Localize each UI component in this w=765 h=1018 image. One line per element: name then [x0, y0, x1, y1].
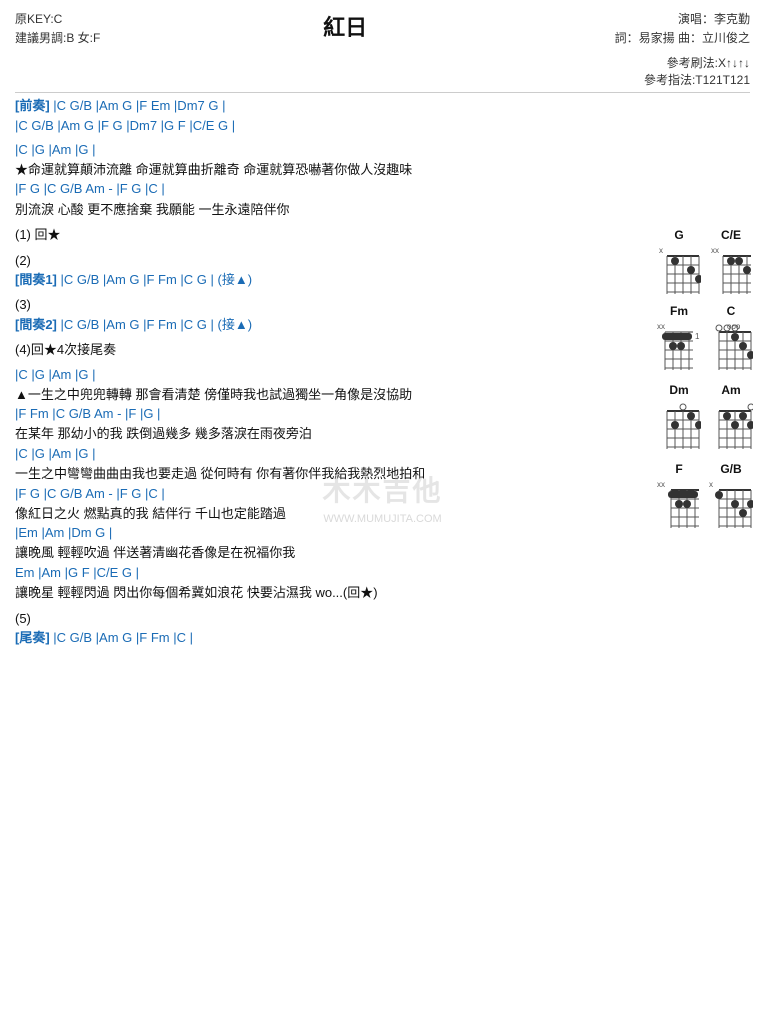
strum1: 參考刷法:X↑↓↑↓: [15, 54, 750, 71]
chord-dm: Dm: [657, 383, 701, 454]
chord-gb-diagram: x: [709, 478, 753, 533]
section1-label: (1) 回★: [15, 225, 630, 245]
verse2-lyric4: 像紅日之火 燃點真的我 結伴行 千山也定能踏過: [15, 504, 630, 524]
verse2-chord6: Em |Am |G F |C/E G |: [15, 564, 630, 582]
chord-pair-3: Dm Am: [657, 383, 753, 454]
chord-ce-diagram: xx: [709, 244, 753, 296]
verse2-chord5: |Em |Am |Dm G |: [15, 524, 630, 542]
key-original: 原KEY:C: [15, 10, 100, 29]
chord-am-diagram: [709, 399, 753, 454]
verse1-lyric2: 別流淚 心酸 更不應捨棄 我願能 一生永遠陪伴你: [15, 200, 630, 220]
verse2-lyric6: 讓晚星 輕輕閃過 閃出你每個希冀如浪花 快要沾濕我 wo...(回★): [15, 583, 630, 603]
verse2-lyric1: ▲一生之中兜兜轉轉 那會看清楚 傍僅時我也試過獨坐一角像是沒協助: [15, 385, 630, 405]
interlude1-chords: |C G/B |Am G |F Fm |C G | (接▲): [61, 272, 253, 287]
section4-label: (4)回★4次接尾奏: [15, 340, 630, 360]
chord-pair-4: F xx G/B x: [657, 462, 753, 533]
section3: (3) [間奏2] |C G/B |Am G |F Fm |C G | (接▲): [15, 295, 630, 334]
verse2-chord3: |C |G |Am |G |: [15, 445, 630, 463]
performer-label: 演唱：李克勤: [590, 10, 750, 29]
outro-chords: |C G/B |Am G |F Fm |C |: [53, 630, 193, 645]
outro-label: [尾奏]: [15, 630, 50, 645]
song-title: 紅日: [100, 10, 590, 42]
chord-fm: Fm xx 1: [657, 304, 701, 375]
intro-chords2: |C G/B |Am G |F G |Dm7 |G F |C/E G |: [15, 118, 235, 133]
svg-text:1: 1: [695, 332, 700, 341]
chord-c: C ooo: [709, 304, 753, 375]
chord-c-diagram: ooo: [709, 320, 753, 375]
strum-info: 參考刷法:X↑↓↑↓ 參考指法:T121T121: [15, 54, 750, 88]
chord-dm-diagram: [657, 399, 701, 454]
interlude1-label: [間奏1]: [15, 272, 57, 287]
verse1-lyric1: ★命運就算顛沛流離 命運就算曲折離奇 命運就算恐嚇著你做人沒趣味: [15, 160, 630, 180]
verse2-lyric5: 讓晚風 輕輕吹過 伴送著清幽花香像是在祝福你我: [15, 543, 630, 563]
chord-pair-1: G x C/E: [657, 228, 753, 296]
lyricist-label: 詞：易家揚 曲：立川俊之: [590, 29, 750, 48]
verse1-section: |C |G |Am |G | ★命運就算顛沛流離 命運就算曲折離奇 命運就算恐嚇…: [15, 141, 630, 219]
chord-f: F xx: [657, 462, 701, 533]
section2-label: (2): [15, 251, 630, 271]
verse2-lyric3: 一生之中彎彎曲曲由我也要走過 從何時有 你有著你伴我給我熱烈地拍和: [15, 464, 630, 484]
svg-text:x: x: [659, 246, 663, 255]
chord-g: G x: [657, 228, 701, 296]
section4: (4)回★4次接尾奏: [15, 340, 630, 360]
chord-g-diagram: x: [657, 244, 701, 296]
interlude1-row: [間奏1] |C G/B |Am G |F Fm |C G | (接▲): [15, 271, 630, 289]
verse2-chord4: |F G |C G/B Am - |F G |C |: [15, 485, 630, 503]
chord-f-diagram: xx: [657, 478, 701, 533]
interlude2-chords: |C G/B |Am G |F Fm |C G | (接▲): [61, 317, 253, 332]
section1: (1) 回★: [15, 225, 630, 245]
section5: (5) [尾奏] |C G/B |Am G |F Fm |C |: [15, 609, 630, 648]
section2: (2) [間奏1] |C G/B |Am G |F Fm |C G | (接▲): [15, 251, 630, 290]
section3-label: (3): [15, 295, 630, 315]
chord-diagrams: G x C/E: [657, 228, 753, 533]
verse2-section: |C |G |Am |G | ▲一生之中兜兜轉轉 那會看清楚 傍僅時我也試過獨坐…: [15, 366, 630, 603]
chord-am: Am: [709, 383, 753, 454]
chord-gb: G/B x: [709, 462, 753, 533]
svg-text:xx: xx: [657, 322, 665, 331]
header: 原KEY:C 建議男調:B 女:F 紅日 演唱：李克勤 詞：易家揚 曲：立川俊之: [15, 10, 750, 48]
svg-text:xx: xx: [657, 480, 665, 489]
intro-line1: [前奏] |C G/B |Am G |F Em |Dm7 G |: [15, 97, 630, 115]
divider-top: [15, 92, 750, 93]
intro-chords1: |C G/B |Am G |F Em |Dm7 G |: [53, 98, 225, 113]
section5-label: (5): [15, 609, 630, 629]
intro-line2: |C G/B |Am G |F G |Dm7 |G F |C/E G |: [15, 117, 630, 135]
svg-text:x: x: [709, 480, 713, 489]
intro-label: [前奏]: [15, 98, 50, 113]
key-info: 原KEY:C 建議男調:B 女:F: [15, 10, 100, 48]
verse2-chord1: |C |G |Am |G |: [15, 366, 630, 384]
verse2-chord2: |F Fm |C G/B Am - |F |G |: [15, 405, 630, 423]
performer-area: 演唱：李克勤 詞：易家揚 曲：立川俊之: [590, 10, 750, 48]
svg-text:xx: xx: [711, 246, 719, 255]
verse1-chord1: |C |G |Am |G |: [15, 141, 630, 159]
outro-row: [尾奏] |C G/B |Am G |F Fm |C |: [15, 629, 630, 647]
intro-section: [前奏] |C G/B |Am G |F Em |Dm7 G | |C G/B …: [15, 97, 630, 134]
key-suggest: 建議男調:B 女:F: [15, 29, 100, 48]
interlude2-row: [間奏2] |C G/B |Am G |F Fm |C G | (接▲): [15, 316, 630, 334]
interlude2-label: [間奏2]: [15, 317, 57, 332]
chord-fm-diagram: xx 1: [657, 320, 701, 375]
verse2-lyric2: 在某年 那幼小的我 跌倒過幾多 幾多落淚在雨夜旁泊: [15, 424, 630, 444]
chord-pair-2: Fm xx 1 C: [657, 304, 753, 375]
verse1-chord2: |F G |C G/B Am - |F G |C |: [15, 180, 630, 198]
strum2: 參考指法:T121T121: [15, 71, 750, 88]
content-area: [前奏] |C G/B |Am G |F Em |Dm7 G | |C G/B …: [15, 97, 630, 647]
title-area: 紅日: [100, 10, 590, 42]
chord-ce: C/E xx: [709, 228, 753, 296]
